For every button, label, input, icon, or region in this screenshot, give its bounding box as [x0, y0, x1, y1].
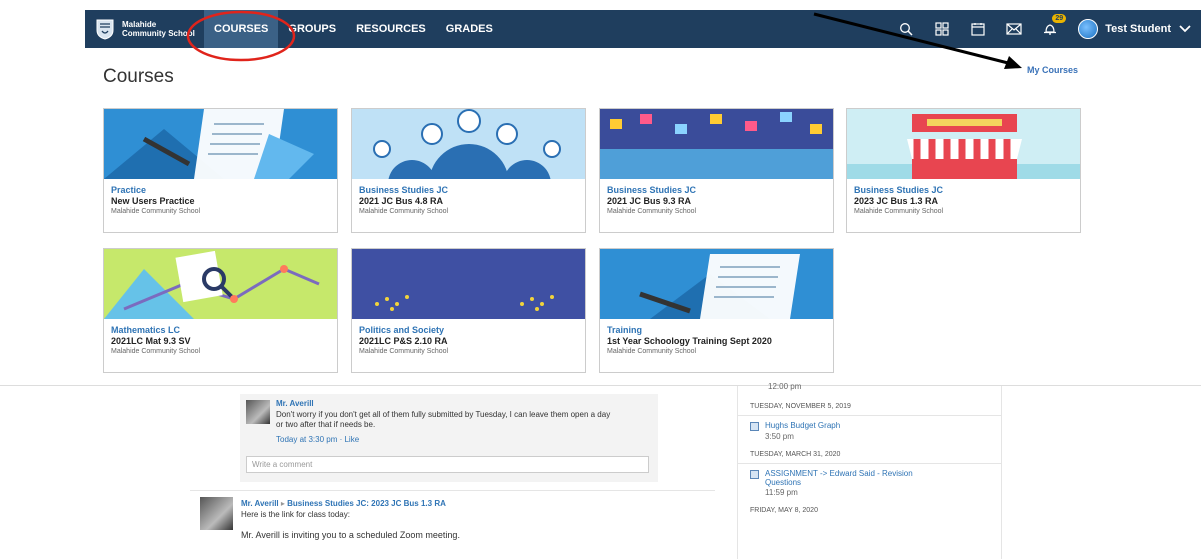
course-card[interactable]: Training 1st Year Schoology Training Sep…: [599, 248, 834, 373]
page-title: Courses: [103, 66, 174, 87]
course-image-book: [104, 109, 337, 179]
event-time: 3:50 pm: [765, 432, 794, 441]
activity-feed: Mr. Averill Don't worry if you don't get…: [190, 386, 715, 559]
post-text-2: Mr. Averill is inviting you to a schedul…: [241, 530, 460, 540]
calendar-icon[interactable]: [967, 18, 989, 40]
course-name: 2021LC P&S 2.10 RA: [359, 336, 448, 346]
course-name: 1st Year Schoology Training Sept 2020: [607, 336, 772, 346]
partial-time: 12:00 pm: [768, 382, 802, 391]
course-school: Malahide Community School: [607, 208, 697, 215]
course-name: New Users Practice: [111, 196, 195, 206]
write-comment-input[interactable]: Write a comment: [246, 456, 649, 473]
course-category[interactable]: Politics and Society: [359, 325, 578, 336]
bell-icon: [1044, 24, 1057, 35]
post-target-link[interactable]: Business Studies JC: 2023 JC Bus 1.3 RA: [287, 499, 446, 508]
course-image-book: [600, 249, 833, 319]
course-school: Malahide Community School: [854, 208, 944, 215]
course-school: Malahide Community School: [359, 348, 449, 355]
post-header: Mr. Averill ▸ Business Studies JC: 2023 …: [241, 499, 446, 508]
event-title-line1[interactable]: ASSIGNMENT -> Edward Said - Revision: [765, 469, 913, 478]
course-image-dots: [352, 249, 585, 319]
course-name: 2021 JC Bus 4.8 RA: [359, 196, 444, 206]
chevron-down-icon[interactable]: [1179, 25, 1191, 33]
commenter-avatar[interactable]: [246, 400, 270, 424]
school-crest-icon: [96, 19, 114, 40]
nav-grades[interactable]: GRADES: [436, 10, 503, 48]
notification-count-badge: 29: [1052, 14, 1067, 23]
user-name[interactable]: Test Student: [1105, 23, 1171, 35]
post-author[interactable]: Mr. Averill: [241, 499, 279, 508]
school-name-line1: Malahide: [122, 20, 157, 29]
upcoming-calendar: 12:00 pm TUESDAY, NOVEMBER 5, 2019 Hughs…: [737, 382, 1002, 559]
top-navigation-bar: Malahide Community School COURSES GROUPS…: [85, 10, 1201, 48]
post-arrow-icon: ▸: [280, 499, 285, 508]
comment-text-1: Don't worry if you don't get all of them…: [276, 410, 611, 419]
nav-right-tools: 29 Test Student: [888, 10, 1201, 48]
course-image-chart: [104, 249, 337, 319]
school-name-line2: Community School: [122, 29, 195, 38]
post-divider: [190, 490, 715, 491]
event-title-line2[interactable]: Questions: [765, 478, 913, 487]
course-card[interactable]: Politics and Society 2021LC P&S 2.10 RA …: [351, 248, 586, 373]
course-image-crowd: [600, 109, 833, 179]
event-title[interactable]: Hughs Budget Graph: [765, 421, 840, 430]
calendar-date: TUESDAY, NOVEMBER 5, 2019: [750, 403, 851, 410]
comment-meta[interactable]: Today at 3:30 pm · Like: [276, 435, 359, 444]
calendar-event[interactable]: Hughs Budget Graph 3:50 pm: [738, 421, 1001, 441]
course-name: 2021LC Mat 9.3 SV: [111, 336, 191, 346]
comment-author[interactable]: Mr. Averill: [276, 399, 314, 408]
poster-avatar[interactable]: [200, 497, 233, 530]
assignment-icon: [750, 470, 759, 479]
course-category[interactable]: Mathematics LC: [111, 325, 330, 336]
course-image-lightbulbs: [352, 109, 585, 179]
course-card[interactable]: Business Studies JC 2021 JC Bus 9.3 RA M…: [599, 108, 834, 233]
course-school: Malahide Community School: [111, 348, 201, 355]
calendar-date: TUESDAY, MARCH 31, 2020: [750, 451, 841, 458]
event-time: 11:59 pm: [765, 488, 798, 497]
course-category[interactable]: Business Studies JC: [607, 185, 826, 196]
course-school: Malahide Community School: [359, 208, 449, 215]
course-school: Malahide Community School: [111, 208, 201, 215]
nav-resources[interactable]: RESOURCES: [346, 10, 436, 48]
course-name: 2023 JC Bus 1.3 RA: [854, 196, 939, 206]
apps-grid-icon[interactable]: [931, 18, 953, 40]
calendar-event[interactable]: ASSIGNMENT -> Edward Said - Revision Que…: [738, 469, 1001, 497]
school-logo[interactable]: Malahide Community School: [94, 18, 204, 40]
course-name: 2021 JC Bus 9.3 RA: [607, 196, 692, 206]
comment-text-2: or two after that if needs be.: [276, 420, 376, 429]
course-category[interactable]: Practice: [111, 185, 330, 196]
notifications-button[interactable]: 29: [1039, 14, 1067, 40]
post-text-1: Here is the link for class today:: [241, 510, 350, 519]
course-school: Malahide Community School: [607, 348, 697, 355]
messages-icon[interactable]: [1003, 18, 1025, 40]
course-image-store: [847, 109, 1080, 179]
my-courses-link[interactable]: My Courses: [1027, 65, 1078, 75]
course-card[interactable]: Business Studies JC 2021 JC Bus 4.8 RA M…: [351, 108, 586, 233]
course-card[interactable]: Mathematics LC 2021LC Mat 9.3 SV Malahid…: [103, 248, 338, 373]
course-category[interactable]: Business Studies JC: [359, 185, 578, 196]
nav-groups[interactable]: GROUPS: [278, 10, 346, 48]
course-category[interactable]: Training: [607, 325, 826, 336]
course-card[interactable]: Practice New Users Practice Malahide Com…: [103, 108, 338, 233]
nav-courses[interactable]: COURSES: [204, 10, 279, 48]
event-icon: [750, 422, 759, 431]
comment-block: Mr. Averill Don't worry if you don't get…: [240, 394, 658, 482]
search-icon[interactable]: [895, 18, 917, 40]
calendar-date: FRIDAY, MAY 8, 2020: [750, 507, 818, 514]
main-nav-links: COURSES GROUPS RESOURCES GRADES: [204, 10, 503, 48]
course-card[interactable]: Business Studies JC 2023 JC Bus 1.3 RA M…: [846, 108, 1081, 233]
course-category[interactable]: Business Studies JC: [854, 185, 1073, 196]
user-avatar[interactable]: [1078, 19, 1099, 39]
